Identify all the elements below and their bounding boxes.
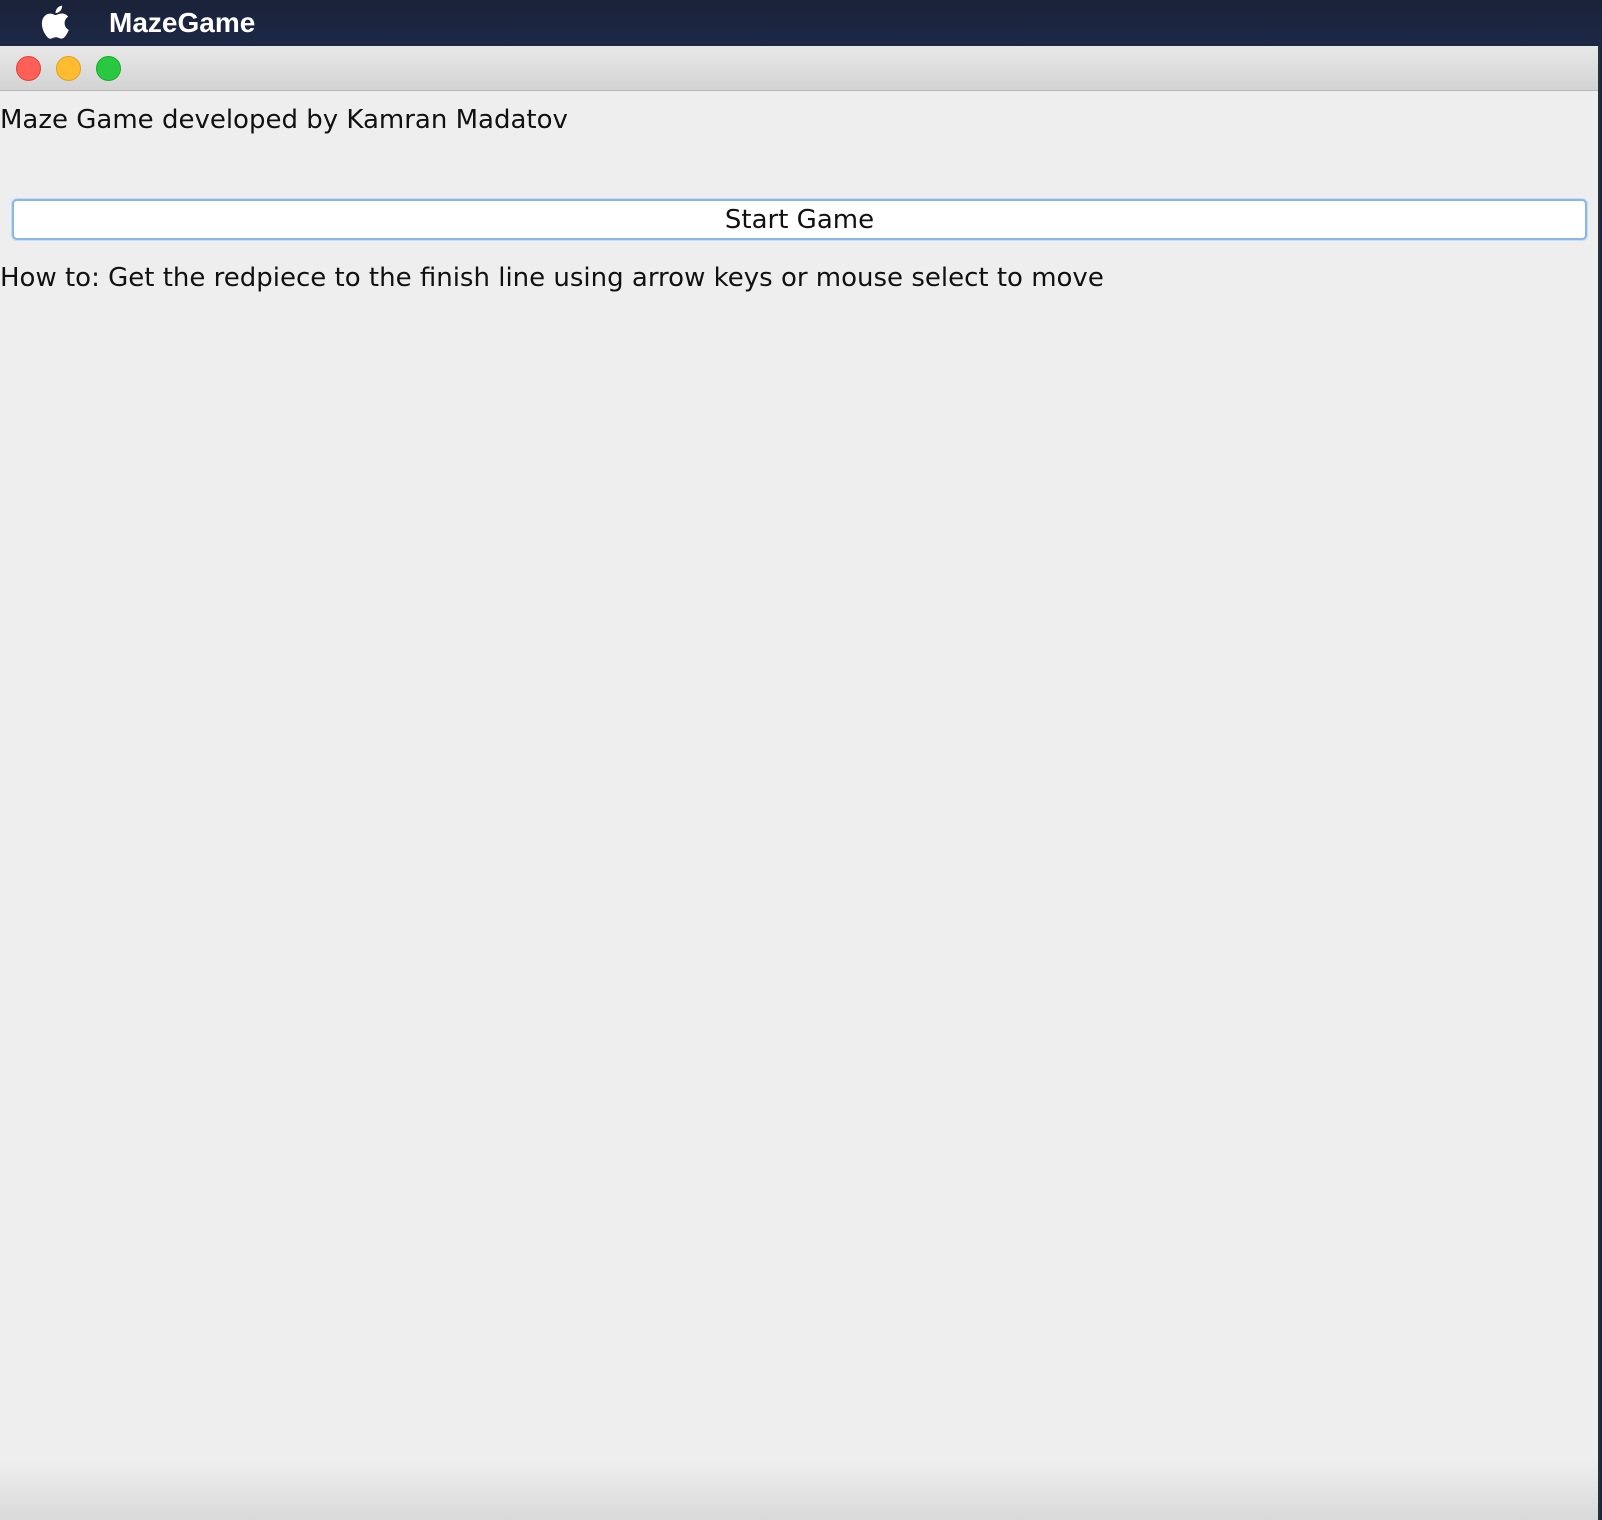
- apple-icon[interactable]: [40, 5, 70, 39]
- instructions-label: How to: Get the redpiece to the finish l…: [0, 263, 1104, 293]
- credit-label: Maze Game developed by Kamran Madatov: [0, 105, 568, 135]
- zoom-window-button[interactable]: [96, 56, 121, 81]
- close-window-button[interactable]: [16, 56, 41, 81]
- minimize-window-button[interactable]: [56, 56, 81, 81]
- window-bottom-shadow: [0, 1460, 1598, 1520]
- app-window: Maze Game developed by Kamran Madatov St…: [0, 46, 1600, 1520]
- window-content: Maze Game developed by Kamran Madatov St…: [0, 91, 1598, 1520]
- window-titlebar[interactable]: [0, 46, 1598, 91]
- start-game-button[interactable]: Start Game: [12, 199, 1587, 240]
- menu-bar: MazeGame: [0, 0, 1602, 46]
- app-name-menu[interactable]: MazeGame: [109, 4, 255, 42]
